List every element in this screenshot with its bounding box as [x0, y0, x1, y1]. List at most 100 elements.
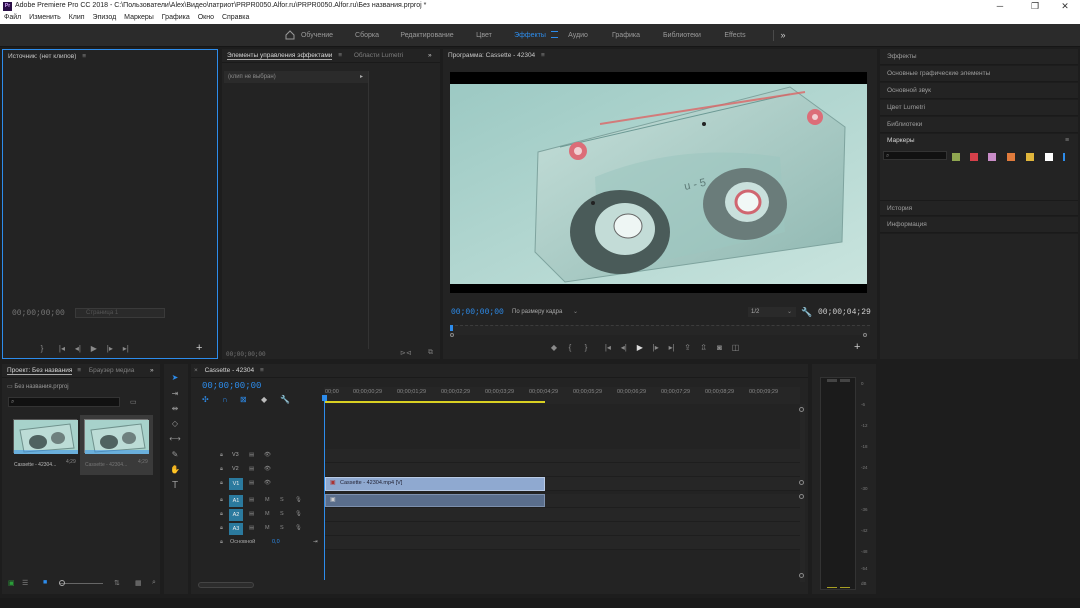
icon-view-icon[interactable]: ■ [43, 579, 47, 586]
marker-color-blue[interactable] [1063, 153, 1065, 161]
audio-clip[interactable]: ▣ [325, 494, 545, 507]
timeline-timecode[interactable]: 00;00;00;00 [202, 381, 261, 391]
project-tab[interactable]: Проект: Без названия [7, 367, 73, 375]
add-marker-icon[interactable]: ◆ [261, 395, 267, 404]
lumetri-scopes-tab[interactable]: Области Lumetri [354, 52, 403, 59]
workspace-tab-effects-custom[interactable]: Effects [722, 24, 748, 47]
program-resolution-dropdown[interactable]: 1/2 ⌄ [748, 307, 796, 317]
sync-lock-icon[interactable]: ▤ [249, 466, 254, 472]
add-marker-icon[interactable]: ◆ [547, 343, 561, 352]
scrub-right-handle[interactable] [863, 333, 867, 337]
lock-icon[interactable]: 🔒︎ [220, 511, 223, 518]
master-volume-value[interactable]: 0,0 [272, 539, 280, 545]
workspace-tab-graphics[interactable]: Графика [609, 24, 643, 47]
workspace-tab-editing[interactable]: Редактирование [398, 24, 456, 47]
menu-file[interactable]: Файл [0, 13, 21, 21]
go-to-in-icon[interactable]: |◂ [55, 344, 69, 353]
play-icon[interactable]: ▶ [87, 344, 101, 353]
wrench-icon[interactable]: 🔧 [801, 307, 812, 318]
marker-color-white[interactable] [1045, 153, 1053, 161]
selection-tool-icon[interactable]: ➤ [169, 373, 181, 387]
program-add-button-icon[interactable]: + [854, 341, 860, 353]
wrench-icon[interactable]: 🔧 [280, 395, 290, 404]
panel-menu-icon[interactable]: ≡ [260, 367, 264, 374]
workspace-tab-audio[interactable]: Аудио [566, 24, 590, 47]
program-playhead-timecode[interactable]: 00;00;00;00 [451, 308, 504, 317]
track-select-tool-icon[interactable]: ⇥ [169, 389, 181, 403]
project-clip-item-selected[interactable]: Cassette - 42304... 4;29 [80, 415, 153, 475]
solo-button[interactable]: S [280, 525, 284, 531]
marker-color-rose[interactable] [988, 153, 996, 161]
program-zoom-dropdown[interactable]: По размеру кадра ⌄ [509, 307, 584, 317]
source-page-dropdown[interactable]: Страница 1 [75, 308, 165, 318]
new-item-icon[interactable]: ▦ [135, 579, 142, 587]
automate-icon[interactable]: ⇅ [114, 579, 120, 587]
panel-menu-icon[interactable]: ≡ [541, 52, 545, 59]
marker-color-red[interactable] [970, 153, 978, 161]
menu-edit[interactable]: Изменить [25, 13, 61, 21]
track-label-a2[interactable]: A2 [229, 509, 243, 521]
timeline-playhead-line[interactable] [324, 397, 325, 580]
go-to-out-icon[interactable]: ▸| [665, 343, 679, 352]
scroll-handle[interactable] [799, 480, 804, 485]
expand-icon[interactable]: ▸ [360, 71, 363, 83]
menu-sequence[interactable]: Эпизод [89, 13, 117, 21]
media-browser-tab[interactable]: Браузер медиа [89, 367, 135, 374]
panel-essential-sound[interactable]: Основной звук [880, 83, 1078, 99]
track-lane-v2[interactable] [324, 463, 800, 477]
new-bin-icon[interactable]: ▭ [130, 398, 137, 406]
comparison-view-icon[interactable]: ◫ [728, 343, 742, 352]
menu-markers[interactable]: Маркеры [120, 13, 154, 21]
marker-color-green[interactable] [952, 153, 960, 161]
track-lane-v3[interactable] [324, 449, 800, 463]
lock-icon[interactable]: ▣ [8, 579, 15, 587]
track-label-a3[interactable]: A3 [229, 523, 243, 535]
workspace-menu-icon[interactable] [551, 31, 558, 38]
scroll-handle[interactable] [799, 573, 804, 578]
panel-essential-graphics[interactable]: Основные графические элементы [880, 66, 1078, 82]
sync-lock-icon[interactable]: ▤ [249, 480, 254, 486]
sync-lock-icon[interactable]: ▤ [249, 511, 254, 517]
sync-lock-icon[interactable]: ▤ [249, 525, 254, 531]
type-tool-icon[interactable]: T [169, 480, 181, 494]
effect-controls-tab[interactable]: Элементы управления эффектами [227, 52, 333, 60]
zoom-slider-handle[interactable] [59, 580, 65, 586]
workspace-tab-assembly[interactable]: Сборка [350, 24, 384, 47]
timeline-vertical-scrollbar[interactable] [800, 404, 805, 582]
workspace-tab-color[interactable]: Цвет [474, 24, 494, 47]
step-back-icon[interactable]: ◂| [71, 344, 85, 353]
timeline-horizontal-scrollbar[interactable] [198, 582, 254, 588]
menu-graphics[interactable]: Графика [158, 13, 190, 21]
eye-icon[interactable]: 👁 [264, 452, 271, 458]
lock-icon[interactable]: 🔒︎ [220, 480, 223, 487]
list-view-icon[interactable]: ☰ [22, 579, 28, 587]
hand-tool-icon[interactable]: ✋ [169, 465, 181, 479]
project-search-input[interactable]: ⌕ [8, 397, 120, 407]
panel-overflow-icon[interactable]: » [150, 364, 154, 378]
mute-button[interactable]: M [265, 525, 270, 531]
work-area-bar[interactable] [324, 401, 545, 403]
workspace-overflow-icon[interactable]: » [778, 24, 788, 47]
track-label-a1[interactable]: A1 [229, 495, 243, 507]
go-to-end-icon[interactable]: ⇥ [313, 539, 318, 545]
track-lane-a2[interactable] [324, 508, 800, 522]
menu-clip[interactable]: Клип [65, 13, 85, 21]
panel-menu-icon[interactable]: ≡ [1065, 137, 1069, 144]
panel-menu-icon[interactable]: ≡ [338, 52, 342, 59]
step-forward-icon[interactable]: |▸ [649, 343, 663, 352]
razor-tool-icon[interactable]: ◇ [169, 419, 181, 433]
marker-color-orange[interactable] [1007, 153, 1015, 161]
go-to-out-icon[interactable]: ▸| [119, 344, 133, 353]
program-playhead[interactable] [450, 325, 453, 331]
microphone-icon[interactable]: 🎙 [295, 511, 302, 517]
mark-in-icon[interactable]: { [563, 343, 577, 352]
microphone-icon[interactable]: 🎙 [295, 497, 302, 503]
track-lane-a3[interactable] [324, 522, 800, 536]
mark-out-icon[interactable]: } [579, 343, 593, 352]
panel-lumetri-color[interactable]: Цвет Lumetri [880, 100, 1078, 116]
scrub-left-handle[interactable] [450, 333, 454, 337]
close-window-button[interactable]: ✕ [1050, 0, 1080, 13]
marker-color-yellow[interactable] [1026, 153, 1034, 161]
eye-icon[interactable]: 👁 [264, 466, 271, 472]
extract-icon[interactable]: ⇫ [697, 343, 711, 352]
